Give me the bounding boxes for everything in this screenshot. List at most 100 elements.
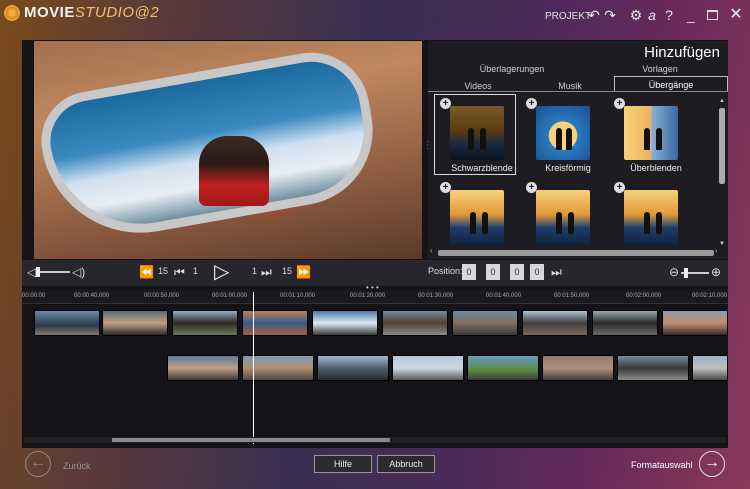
tab-uebergaenge-label: Übergänge bbox=[648, 80, 694, 90]
video-clip[interactable] bbox=[312, 310, 378, 336]
transition-item[interactable]: + Kreisförmig bbox=[526, 98, 610, 178]
add-icon[interactable]: + bbox=[614, 98, 625, 109]
step-forward-icon[interactable]: ⏭ bbox=[261, 264, 272, 280]
video-clip[interactable] bbox=[167, 355, 239, 381]
add-icon[interactable]: + bbox=[614, 182, 625, 193]
volume-slider[interactable] bbox=[36, 271, 70, 273]
ruler-tick-label: 00:01:00,000 bbox=[212, 293, 248, 299]
transition-label: Kreisförmig bbox=[545, 163, 591, 173]
video-clip[interactable] bbox=[382, 310, 448, 336]
ruler-tick-label: 00:00:40,000 bbox=[74, 293, 110, 299]
scroll-down-icon[interactable]: ▼ bbox=[719, 241, 725, 247]
video-clip[interactable] bbox=[452, 310, 518, 336]
add-icon[interactable]: + bbox=[526, 182, 537, 193]
next-label[interactable]: Formatauswahl bbox=[631, 460, 693, 470]
volume-down-icon[interactable]: ◁ bbox=[27, 264, 36, 280]
app-logo-icon bbox=[4, 5, 20, 21]
video-track-2 bbox=[22, 353, 728, 383]
step-back-icon[interactable]: ⏮ bbox=[174, 264, 185, 280]
close-icon[interactable]: ✕ bbox=[728, 7, 744, 23]
tab-ueberlagerungen[interactable]: Überlagerungen bbox=[470, 64, 554, 74]
step-forward-label: 1 bbox=[252, 266, 258, 276]
add-icon[interactable]: + bbox=[526, 98, 537, 109]
play-icon[interactable]: ▷ bbox=[214, 262, 229, 282]
back-arrow-icon[interactable]: ← bbox=[25, 451, 51, 477]
video-clip[interactable] bbox=[692, 355, 728, 381]
volume-slider-thumb[interactable] bbox=[36, 267, 40, 277]
scroll-left-icon[interactable]: ‹ bbox=[430, 248, 432, 255]
ruler-tick-label: 00:01:10,000 bbox=[280, 293, 316, 299]
maximize-icon[interactable] bbox=[707, 10, 718, 20]
video-track-1 bbox=[22, 308, 728, 338]
transition-item[interactable]: + bbox=[440, 182, 524, 248]
transition-item[interactable]: + bbox=[614, 182, 698, 248]
preview-subject bbox=[199, 136, 269, 206]
position-field[interactable]: 0 bbox=[486, 264, 500, 280]
ruler-tick-label: 00:02:00,000 bbox=[626, 293, 662, 299]
video-clip[interactable] bbox=[617, 355, 689, 381]
minimize-icon[interactable]: _ bbox=[684, 7, 698, 23]
zoom-slider-thumb[interactable] bbox=[684, 268, 688, 278]
scroll-right-icon[interactable]: › bbox=[715, 248, 717, 255]
timeline-ruler[interactable]: 00:00:00 00:00:40,000 00:00:50,000 00:01… bbox=[22, 290, 728, 304]
ruler-tick-label: 00:01:20,000 bbox=[350, 293, 386, 299]
tab-musik[interactable]: Musik bbox=[546, 81, 594, 91]
jump-to-end-icon[interactable]: ⏭ bbox=[551, 264, 562, 280]
help-button[interactable]: Hilfe bbox=[314, 455, 372, 473]
transition-item[interactable]: + Überblenden bbox=[614, 98, 698, 178]
hscroll-thumb[interactable] bbox=[438, 250, 714, 256]
video-clip[interactable] bbox=[662, 310, 728, 336]
scroll-up-icon[interactable]: ▲ bbox=[719, 98, 725, 104]
redo-icon[interactable]: ↷ bbox=[602, 7, 618, 23]
rewind-15-icon[interactable]: ⏪ bbox=[139, 264, 154, 280]
volume-up-icon[interactable]: ◁) bbox=[72, 264, 85, 280]
zoom-out-icon[interactable]: ⊖ bbox=[669, 264, 679, 280]
vscroll-thumb[interactable] bbox=[719, 108, 725, 184]
undo-icon[interactable]: ↶ bbox=[586, 7, 602, 23]
ruler-tick-label: 00:00:00 bbox=[22, 293, 46, 299]
tab-videos[interactable]: Videos bbox=[452, 81, 504, 91]
next-arrow-icon[interactable]: → bbox=[699, 451, 725, 477]
add-icon[interactable]: + bbox=[440, 98, 451, 109]
video-clip[interactable] bbox=[592, 310, 658, 336]
transition-label: Schwarzblende bbox=[451, 163, 513, 173]
transition-thumbnail bbox=[624, 190, 678, 244]
ruler-tick-label: 00:02:10,000 bbox=[692, 293, 728, 299]
tab-uebergaenge[interactable]: Übergänge bbox=[614, 76, 728, 92]
cancel-button[interactable]: Abbruch bbox=[377, 455, 435, 473]
video-clip[interactable] bbox=[172, 310, 238, 336]
video-clip[interactable] bbox=[522, 310, 588, 336]
video-clip[interactable] bbox=[317, 355, 389, 381]
tabs-divider bbox=[428, 91, 728, 92]
video-clip[interactable] bbox=[392, 355, 464, 381]
position-field[interactable]: 0 bbox=[530, 264, 544, 280]
help-icon[interactable]: ? bbox=[662, 7, 676, 23]
step-back-label: 1 bbox=[193, 266, 199, 276]
video-preview[interactable] bbox=[34, 41, 422, 259]
video-clip[interactable] bbox=[242, 310, 308, 336]
transition-item[interactable]: + Schwarzblende bbox=[440, 98, 524, 178]
forward-15-icon[interactable]: ⏩ bbox=[296, 264, 311, 280]
gear-icon[interactable]: ⚙ bbox=[628, 7, 644, 23]
account-icon[interactable]: a bbox=[645, 7, 659, 23]
tab-vorlagen[interactable]: Vorlagen bbox=[630, 64, 690, 74]
transition-thumbnail bbox=[450, 106, 504, 160]
video-clip[interactable] bbox=[102, 310, 168, 336]
project-menu[interactable]: PROJEKT bbox=[545, 11, 591, 22]
position-field[interactable]: 0 bbox=[462, 264, 476, 280]
back-label[interactable]: Zurück bbox=[63, 461, 91, 471]
add-icon[interactable]: + bbox=[440, 182, 451, 193]
transition-thumbnail bbox=[536, 106, 590, 160]
position-field[interactable]: 0 bbox=[510, 264, 524, 280]
ruler-tick-label: 00:01:30,000 bbox=[418, 293, 454, 299]
rewind-15-label: 15 bbox=[158, 266, 169, 276]
transition-thumbnail bbox=[624, 106, 678, 160]
position-label: Position: bbox=[428, 266, 463, 276]
video-clip[interactable] bbox=[34, 310, 100, 336]
video-clip[interactable] bbox=[542, 355, 614, 381]
video-clip[interactable] bbox=[467, 355, 539, 381]
playhead[interactable] bbox=[253, 292, 254, 444]
timeline-hscroll-thumb[interactable] bbox=[112, 438, 390, 442]
zoom-in-icon[interactable]: ⊕ bbox=[711, 264, 721, 280]
transition-item[interactable]: + bbox=[526, 182, 610, 248]
